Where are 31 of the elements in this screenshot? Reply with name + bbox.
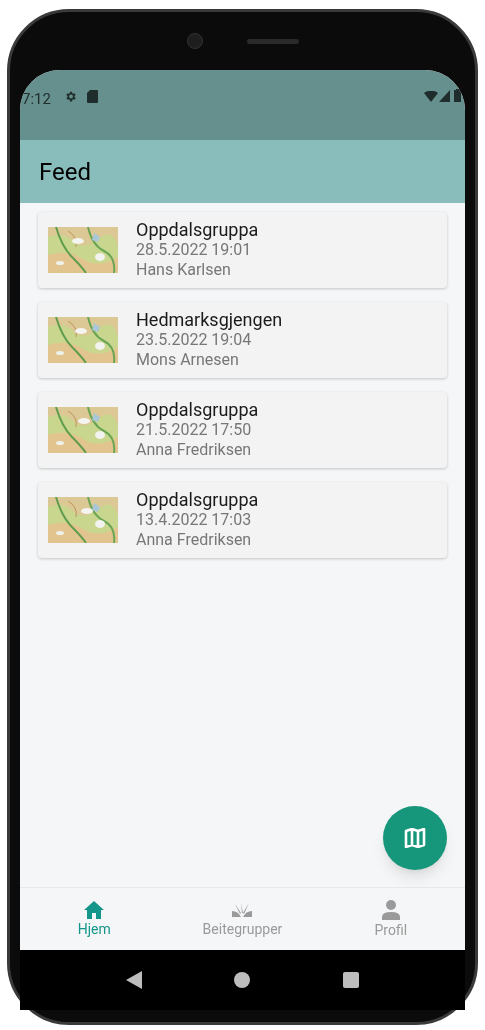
author-name: Mons Arnesen bbox=[136, 350, 240, 370]
speaker-icon bbox=[246, 38, 299, 44]
app-bar-title: Feed bbox=[39, 156, 91, 188]
post-date: 21.5.2022 17:50 bbox=[136, 420, 253, 440]
group-name: Oppdalsgruppa bbox=[136, 490, 259, 510]
feed-card[interactable]: Oppdalsgruppa 21.5.2022 17:50 Anna Fredriksen bbox=[38, 392, 447, 468]
wifi-icon bbox=[424, 91, 438, 102]
signal-icon bbox=[439, 90, 450, 102]
camera-icon bbox=[186, 33, 203, 49]
group-name: Oppdalsgruppa bbox=[136, 400, 259, 420]
map-button[interactable] bbox=[383, 806, 447, 870]
home-icon[interactable] bbox=[234, 972, 251, 988]
post-date: 23.5.2022 19:04 bbox=[136, 330, 253, 350]
group-name: Hedmarksgjengen bbox=[136, 310, 283, 330]
author-name: Anna Fredriksen bbox=[136, 440, 253, 460]
author-name: Hans Karlsen bbox=[136, 260, 232, 280]
feed-card[interactable]: Oppdalsgruppa 28.5.2022 19:01 Hans Karlsen bbox=[38, 212, 447, 288]
sd-card-icon bbox=[86, 90, 98, 103]
feed-card[interactable]: Oppdalsgruppa 13.4.2022 17:03 Anna Fredriksen bbox=[38, 482, 447, 558]
feed-card[interactable]: Hedmarksgjengen 23.5.2022 19:04 Mons Arnesen bbox=[38, 302, 447, 378]
group-name: Oppdalsgruppa bbox=[136, 220, 259, 240]
post-date: 28.5.2022 19:01 bbox=[136, 240, 253, 260]
recents-icon[interactable] bbox=[342, 972, 359, 988]
author-name: Anna Fredriksen bbox=[136, 530, 253, 550]
battery-icon bbox=[454, 89, 461, 102]
back-icon[interactable] bbox=[126, 971, 143, 989]
home-icon bbox=[84, 900, 105, 919]
status-time: 7:12 bbox=[22, 89, 51, 110]
person-icon bbox=[381, 899, 400, 920]
map-icon bbox=[404, 828, 426, 848]
post-date: 13.4.2022 17:03 bbox=[136, 510, 253, 530]
